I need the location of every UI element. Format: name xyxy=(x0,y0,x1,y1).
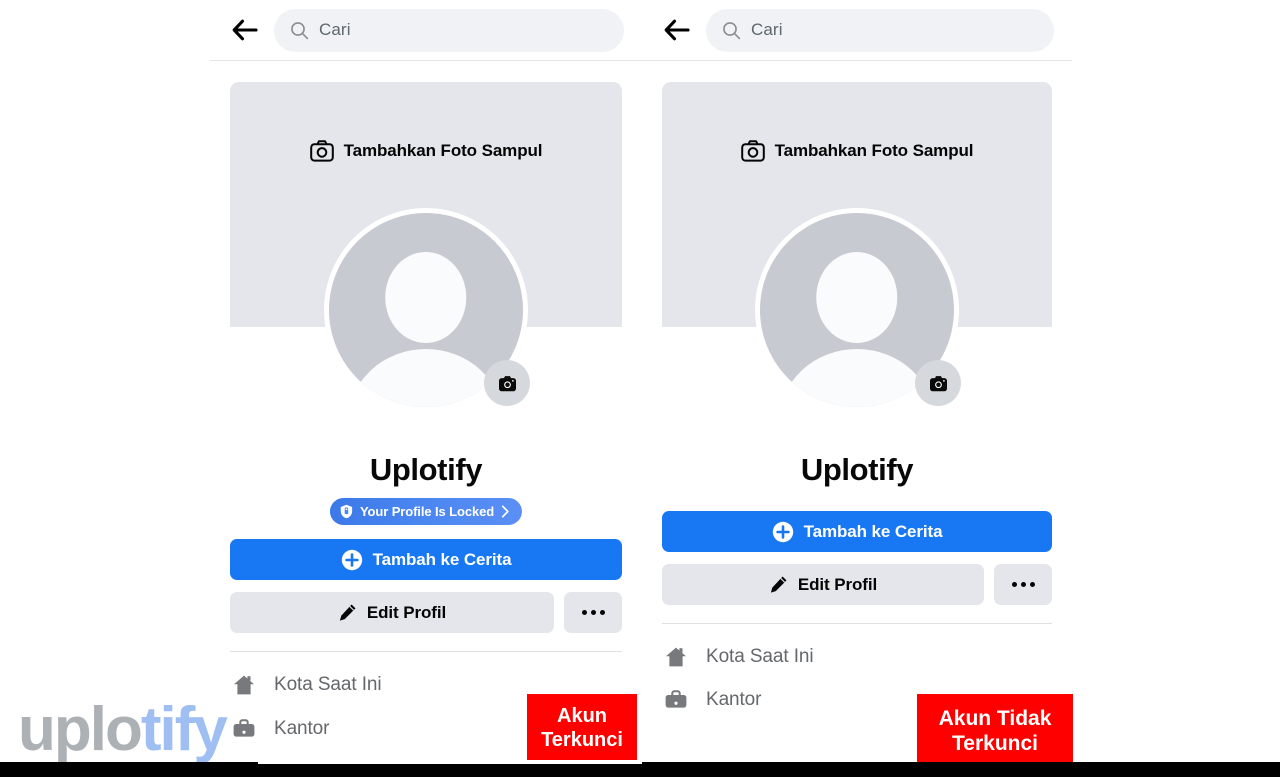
screenshot-stage: Cari Tambahkan Foto Sampul Uplotify Your… xyxy=(0,0,1280,777)
edit-profile-button-right[interactable]: Edit Profil xyxy=(662,564,984,605)
annotation-unlocked: Akun Tidak Terkunci xyxy=(917,694,1073,769)
annotation-locked-line1: Akun xyxy=(557,705,607,728)
avatar-camera-button-left[interactable] xyxy=(484,360,530,406)
profile-name-left: Uplotify xyxy=(369,452,483,487)
add-cover-photo-cta-left[interactable]: Tambahkan Foto Sampul xyxy=(230,140,622,162)
camera-icon xyxy=(498,375,516,391)
chevron-right-icon xyxy=(502,505,509,518)
bottom-white-notch xyxy=(258,760,642,764)
search-header-right: Cari xyxy=(642,0,1072,61)
profile-name-right: Uplotify xyxy=(800,452,914,487)
camera-icon xyxy=(740,140,765,162)
plus-circle-icon xyxy=(772,521,793,542)
profile-panel-unlocked: Cari Tambahkan Foto Sampul Uplotify Tamb… xyxy=(642,0,1072,777)
edit-profile-label-left: Edit Profil xyxy=(366,602,447,622)
shield-lock-icon xyxy=(340,504,353,519)
info-label-workplace-right: Kantor xyxy=(706,689,762,710)
arrow-left-icon xyxy=(664,19,690,41)
arrow-left-icon xyxy=(232,19,258,41)
edit-profile-button-left[interactable]: Edit Profil xyxy=(230,592,554,633)
search-input[interactable]: Cari xyxy=(706,8,1054,52)
briefcase-icon xyxy=(665,690,687,708)
search-placeholder-text: Cari xyxy=(751,20,783,39)
annotation-locked: Akun Terkunci xyxy=(527,694,637,764)
back-button[interactable] xyxy=(660,13,694,47)
edit-profile-label-right: Edit Profil xyxy=(797,574,878,594)
add-cover-photo-cta-right[interactable]: Tambahkan Foto Sampul xyxy=(662,140,1052,162)
pencil-icon xyxy=(770,576,787,593)
info-label-current-city-left: Kota Saat Ini xyxy=(274,674,382,695)
annotation-unlocked-line2: Terkunci xyxy=(952,731,1038,755)
add-cover-photo-label-left: Tambahkan Foto Sampul xyxy=(343,141,543,160)
add-cover-photo-label-right: Tambahkan Foto Sampul xyxy=(774,141,974,160)
camera-icon xyxy=(309,140,334,162)
avatar-head-shape xyxy=(816,251,898,343)
ellipsis-icon xyxy=(1011,582,1035,587)
back-button[interactable] xyxy=(228,13,262,47)
add-to-story-label-right: Tambah ke Cerita xyxy=(803,521,943,541)
profile-locked-label: Your Profile Is Locked xyxy=(359,504,495,519)
bottom-black-bar xyxy=(0,762,1280,777)
search-input[interactable]: Cari xyxy=(274,8,624,52)
home-icon xyxy=(234,675,254,695)
info-row-workplace-right[interactable]: Kantor xyxy=(664,688,761,712)
info-row-workplace-left[interactable]: Kantor xyxy=(232,717,329,741)
profile-action-row-left: Edit Profil xyxy=(230,592,622,633)
profile-action-row-right: Edit Profil xyxy=(662,564,1052,605)
search-icon xyxy=(723,21,741,39)
section-divider-right xyxy=(662,623,1052,624)
avatar-camera-button-right[interactable] xyxy=(915,360,961,406)
avatar-left[interactable] xyxy=(324,208,530,412)
camera-icon xyxy=(929,375,947,391)
avatar-head-shape xyxy=(385,251,467,343)
info-label-workplace-left: Kantor xyxy=(274,718,330,739)
avatar-body-shape xyxy=(348,348,504,407)
uplotify-watermark: uplotify xyxy=(18,694,228,765)
avatar-right[interactable] xyxy=(755,208,961,412)
pencil-icon xyxy=(339,604,356,621)
more-options-button-right[interactable] xyxy=(994,564,1052,605)
home-icon xyxy=(666,647,686,667)
more-options-button-left[interactable] xyxy=(564,592,622,633)
watermark-part-one: uplo xyxy=(18,695,143,764)
add-to-story-button-right[interactable]: Tambah ke Cerita xyxy=(662,511,1052,552)
briefcase-icon xyxy=(233,719,255,737)
info-row-current-city-right[interactable]: Kota Saat Ini xyxy=(664,645,814,669)
info-label-current-city-right: Kota Saat Ini xyxy=(706,646,814,667)
search-header-left: Cari xyxy=(210,0,642,61)
search-icon xyxy=(291,21,309,39)
add-to-story-button-left[interactable]: Tambah ke Cerita xyxy=(230,539,622,580)
plus-circle-icon xyxy=(341,549,362,570)
add-to-story-label-left: Tambah ke Cerita xyxy=(372,549,512,569)
ellipsis-icon xyxy=(581,610,605,615)
search-placeholder-text: Cari xyxy=(319,20,351,39)
profile-locked-badge[interactable]: Your Profile Is Locked xyxy=(329,498,523,525)
profile-panel-locked: Cari Tambahkan Foto Sampul Uplotify Your… xyxy=(210,0,642,777)
info-row-current-city-left[interactable]: Kota Saat Ini xyxy=(232,673,382,697)
section-divider-left xyxy=(230,651,622,652)
annotation-locked-line2: Terkunci xyxy=(541,729,623,751)
avatar-body-shape xyxy=(779,348,935,407)
annotation-unlocked-line1: Akun Tidak xyxy=(938,706,1052,730)
